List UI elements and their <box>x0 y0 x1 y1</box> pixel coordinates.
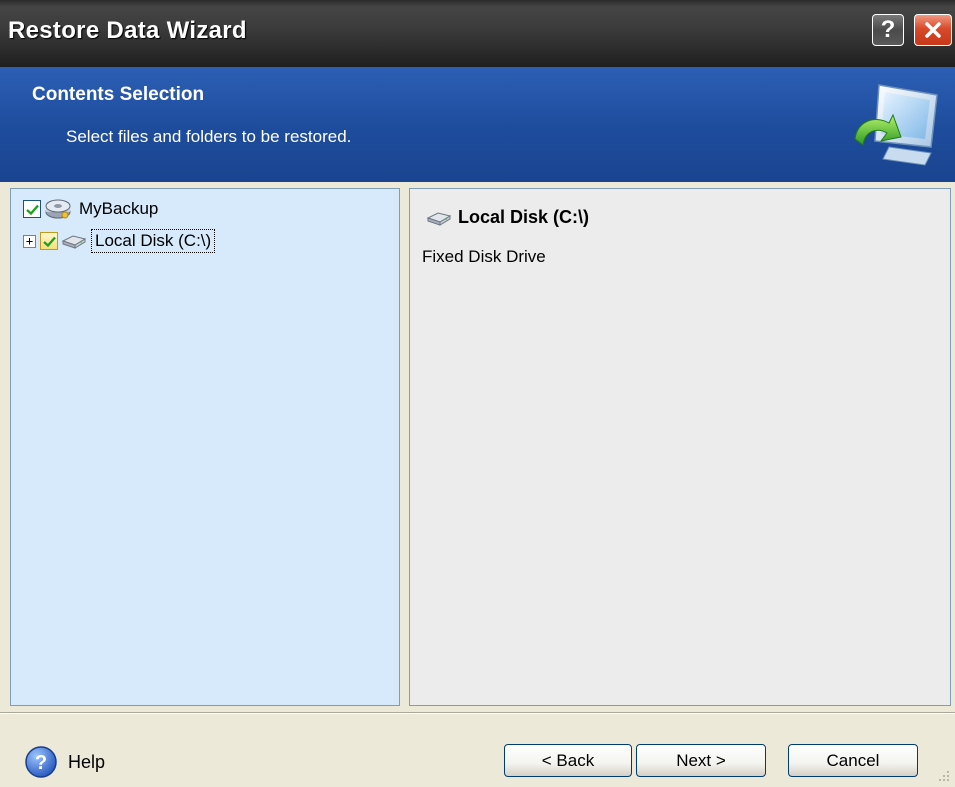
tree-item-local-disk[interactable]: + Local Disk (C:\) <box>23 229 216 253</box>
hard-drive-icon <box>61 232 87 250</box>
tree-item-label: Local Disk (C:\) <box>91 229 216 253</box>
footer-divider <box>0 712 955 714</box>
back-button[interactable]: < Back <box>504 744 632 777</box>
tree-item-label: MyBackup <box>79 199 159 218</box>
contents-tree[interactable]: MyBackup + Local Disk (C:\) <box>10 188 400 706</box>
resize-grip-icon[interactable] <box>937 769 951 783</box>
page-title: Contents Selection <box>32 84 205 105</box>
checkmark-icon <box>42 236 56 247</box>
help-title-button[interactable]: ? <box>872 14 904 46</box>
backup-disk-icon <box>44 197 72 221</box>
help-label: Help <box>68 751 106 772</box>
restore-data-wizard-window: Restore Data Wizard ? Contents Selection… <box>0 0 955 787</box>
close-icon <box>925 22 941 38</box>
details-title: Local Disk (C:\) <box>426 207 589 228</box>
hard-drive-icon <box>426 209 452 227</box>
mybackup-checkbox[interactable] <box>23 200 41 218</box>
help-question-icon: ? <box>880 16 896 43</box>
details-panel: Local Disk (C:\) Fixed Disk Drive <box>409 188 951 706</box>
window-title: Restore Data Wizard <box>8 17 247 44</box>
title-bar[interactable]: Restore Data Wizard ? <box>0 0 955 67</box>
help-icon: ? <box>25 746 57 778</box>
help-link[interactable]: ? Help <box>24 745 105 779</box>
expand-toggle[interactable]: + <box>23 234 36 248</box>
page-subtitle: Select files and folders to be restored. <box>66 127 352 146</box>
svg-text:?: ? <box>35 752 47 774</box>
details-title-text: Local Disk (C:\) <box>458 207 590 227</box>
wizard-header: Contents Selection Select files and fold… <box>0 67 955 182</box>
checkmark-icon <box>25 204 39 215</box>
main-content: MyBackup + Local Disk (C:\) Local Disk (… <box>0 182 955 708</box>
restore-monitor-icon <box>854 84 938 166</box>
next-button[interactable]: Next > <box>636 744 766 777</box>
close-button[interactable] <box>914 14 952 46</box>
tree-item-mybackup[interactable]: MyBackup <box>23 197 161 221</box>
details-description: Fixed Disk Drive <box>422 247 546 266</box>
cancel-button[interactable]: Cancel <box>788 744 918 777</box>
local-disk-checkbox[interactable] <box>40 232 58 250</box>
